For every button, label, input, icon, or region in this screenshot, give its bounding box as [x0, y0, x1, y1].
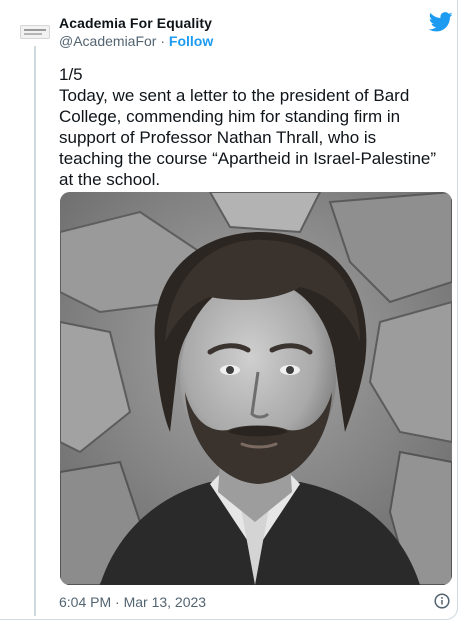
author-display-name[interactable]: Academia For Equality — [59, 15, 212, 31]
portrait-image — [60, 192, 452, 585]
avatar[interactable] — [20, 25, 50, 39]
thread-counter: 1/5 — [59, 65, 83, 84]
thread-line — [34, 46, 36, 616]
tweet-card: Academia For Equality @AcademiaFor · Fol… — [0, 0, 458, 620]
author-handle[interactable]: @AcademiaFor — [59, 33, 156, 49]
info-icon[interactable] — [434, 593, 450, 609]
tweet-body: Today, we sent a letter to the president… — [59, 86, 437, 189]
author-handle-row: @AcademiaFor · Follow — [59, 33, 213, 49]
twitter-bird-icon[interactable] — [429, 12, 453, 32]
tweet-timestamp[interactable]: 6:04 PM · Mar 13, 2023 — [59, 594, 206, 610]
tweet-text: 1/5 Today, we sent a letter to the presi… — [59, 64, 444, 190]
separator-dot: · — [156, 33, 169, 49]
tweet-photo[interactable] — [60, 192, 452, 585]
follow-button[interactable]: Follow — [169, 33, 213, 49]
